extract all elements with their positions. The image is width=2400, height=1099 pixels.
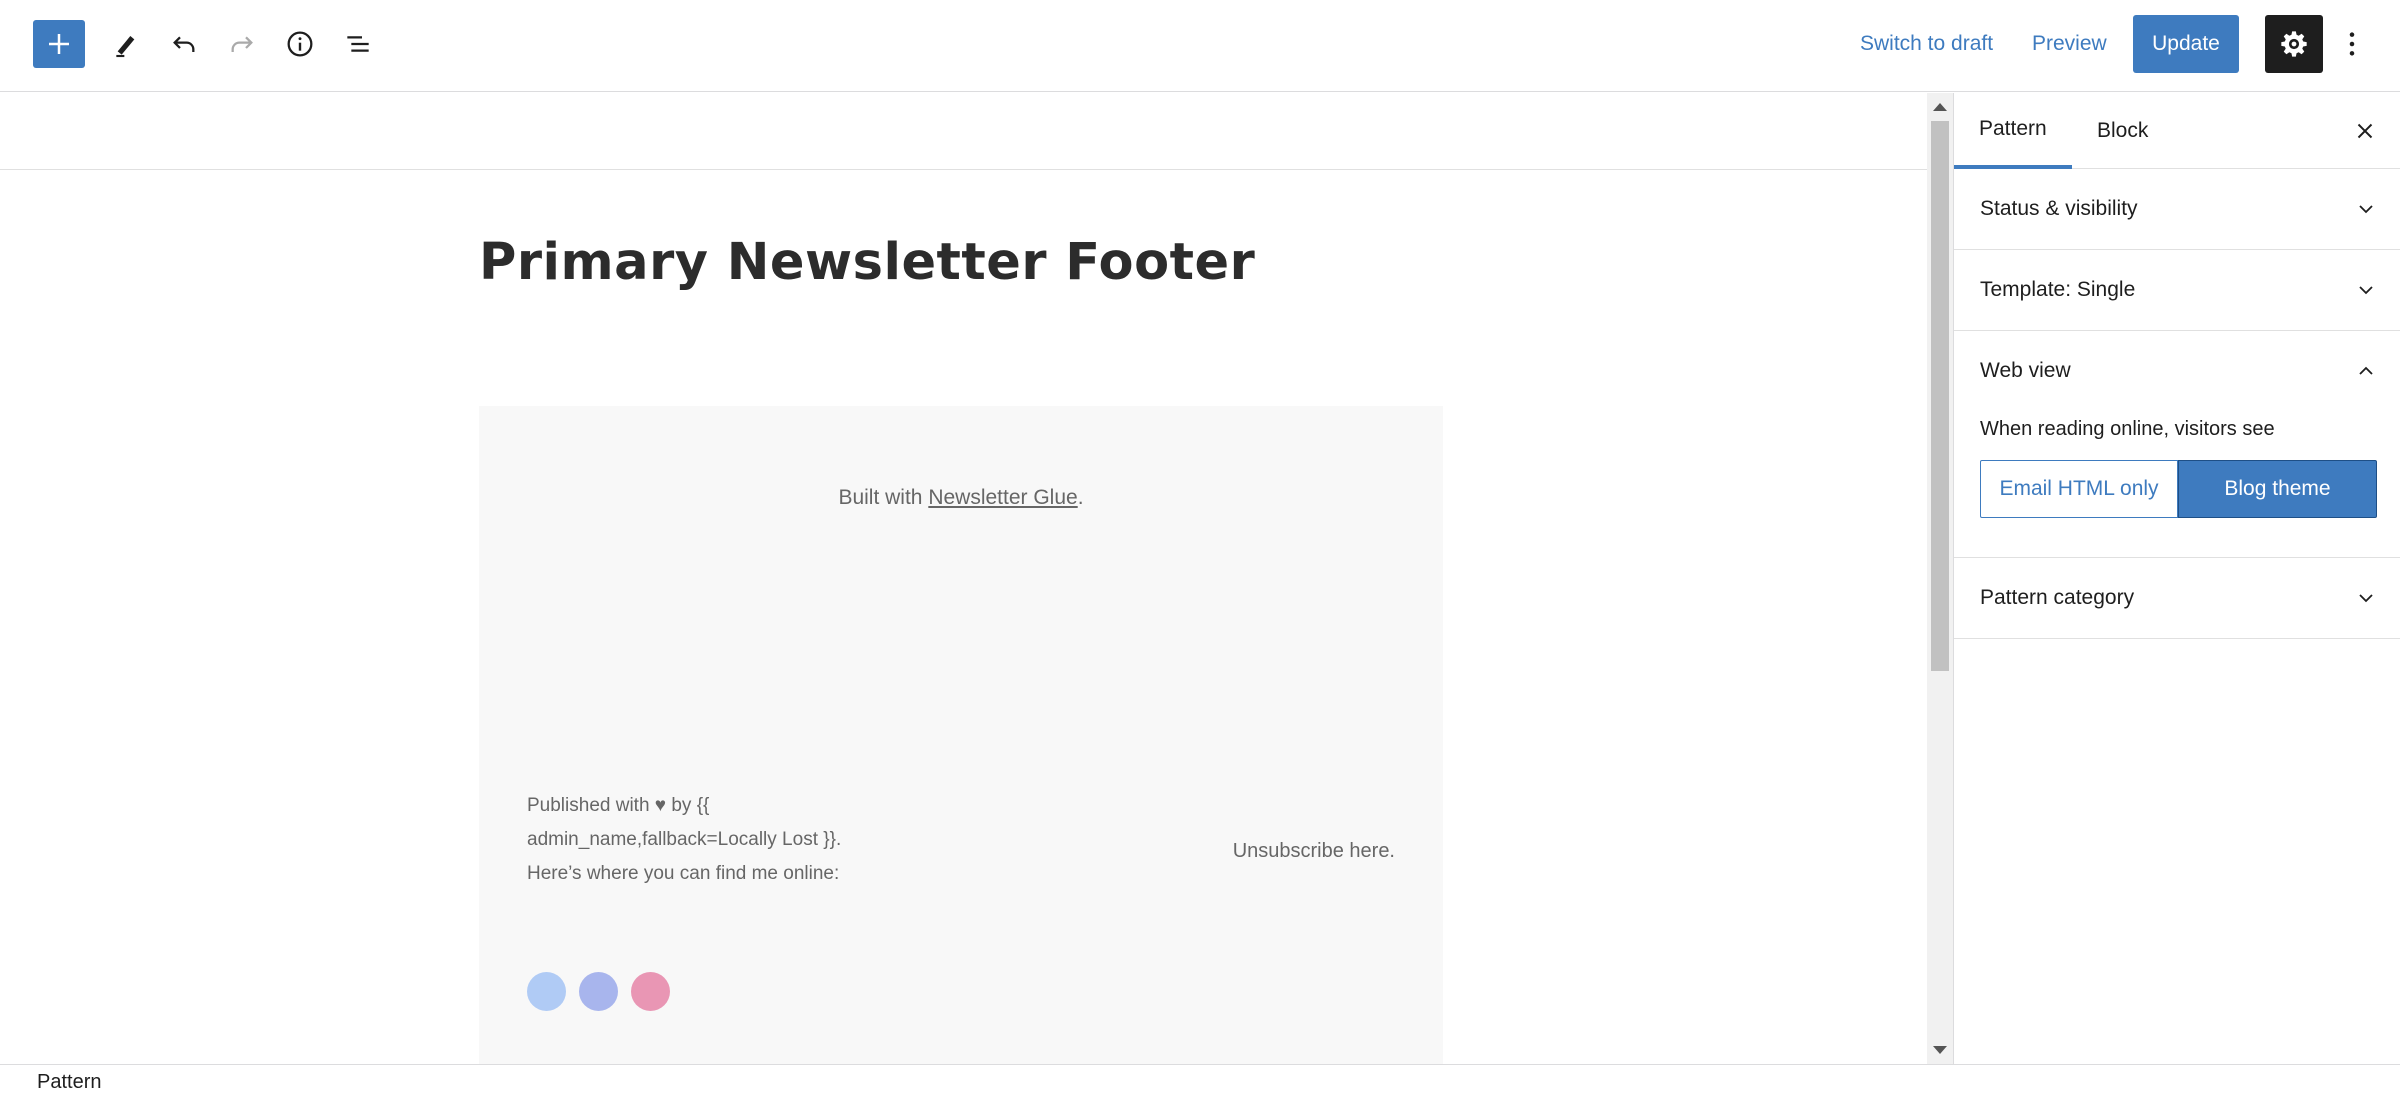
scroll-down-arrow-icon[interactable] [1933, 1046, 1947, 1054]
gear-icon [2281, 31, 2307, 57]
details-button[interactable] [276, 20, 324, 68]
published-line: Here’s where you can find me online: [527, 863, 840, 884]
published-line: Published with ♥ by {{ [527, 795, 710, 816]
chevron-down-icon [2359, 286, 2373, 295]
undo-icon [173, 36, 195, 52]
panel-title: Pattern category [1980, 586, 2135, 609]
breadcrumb[interactable]: Pattern [37, 1071, 101, 1094]
tab-block[interactable]: Block [2072, 93, 2173, 169]
published-line: admin_name,fallback=Locally Lost }}. [527, 829, 842, 850]
list-view-icon [347, 36, 369, 52]
web-view-description: When reading online, visitors see [1980, 418, 2275, 440]
add-block-button[interactable] [33, 20, 85, 68]
divider [0, 169, 1927, 170]
tab-pattern[interactable]: Pattern [1954, 93, 2072, 169]
update-button[interactable]: Update [2133, 15, 2239, 73]
panel-pattern-category[interactable]: Pattern category [1954, 558, 2400, 639]
plus-icon [49, 34, 69, 54]
panel-title[interactable]: Web view [1980, 359, 2071, 383]
chevron-down-icon [2359, 594, 2373, 603]
more-options-button[interactable] [2334, 20, 2370, 68]
published-text[interactable]: Published with ♥ by {{ admin_name,fallba… [527, 789, 867, 891]
unsubscribe-link[interactable]: Unsubscribe here. [1233, 840, 1395, 863]
social-icon-2[interactable] [579, 972, 618, 1011]
redo-button[interactable] [218, 20, 266, 68]
chevron-up-icon[interactable] [2354, 359, 2378, 383]
social-icons [527, 972, 670, 1011]
editor-canvas[interactable]: Primary Newsletter Footer Built with New… [0, 93, 1927, 1064]
more-vertical-icon [2349, 32, 2355, 56]
switch-to-draft-button[interactable]: Switch to draft [1860, 22, 1993, 66]
editor-toolbar: Switch to draft Preview Update [0, 0, 2400, 92]
newsletter-glue-link[interactable]: Newsletter Glue [928, 486, 1077, 509]
panel-status-visibility[interactable]: Status & visibility [1954, 169, 2400, 250]
editor-footer: Pattern [0, 1064, 2400, 1099]
preview-button[interactable]: Preview [2032, 22, 2107, 66]
settings-button[interactable] [2265, 15, 2323, 73]
redo-icon [231, 36, 253, 52]
sidebar-tabs: Pattern Block [1954, 93, 2400, 169]
chevron-down-icon [2359, 205, 2373, 214]
close-sidebar-button[interactable] [2347, 113, 2383, 149]
scroll-up-arrow-icon[interactable] [1933, 103, 1947, 111]
scroll-thumb[interactable] [1931, 121, 1949, 671]
list-view-button[interactable] [334, 20, 382, 68]
panel-title: Template: Single [1980, 278, 2136, 301]
panel-title: Status & visibility [1980, 197, 2138, 220]
info-icon [287, 31, 313, 57]
close-icon [2357, 123, 2373, 139]
blog-theme-option[interactable]: Blog theme [2178, 460, 2377, 518]
tools-button[interactable] [103, 20, 151, 68]
panel-web-view: Web view [1954, 331, 2400, 558]
built-with-text[interactable]: Built with Newsletter Glue. [479, 486, 1443, 510]
undo-button[interactable] [160, 20, 208, 68]
built-with-suffix: . [1077, 486, 1084, 509]
panel-template[interactable]: Template: Single [1954, 250, 2400, 331]
email-html-only-option[interactable]: Email HTML only [1980, 460, 2178, 518]
social-icon-3[interactable] [631, 972, 670, 1011]
pattern-block[interactable]: Built with Newsletter Glue. Published wi… [479, 406, 1443, 1064]
built-with-prefix: Built with [838, 486, 929, 509]
post-title[interactable]: Primary Newsletter Footer [479, 233, 1255, 292]
canvas-scrollbar[interactable] [1927, 93, 1953, 1064]
social-icon-1[interactable] [527, 972, 566, 1011]
pencil-icon [116, 36, 135, 58]
settings-sidebar: Pattern Block Status & visibility Templa… [1953, 93, 2400, 1064]
